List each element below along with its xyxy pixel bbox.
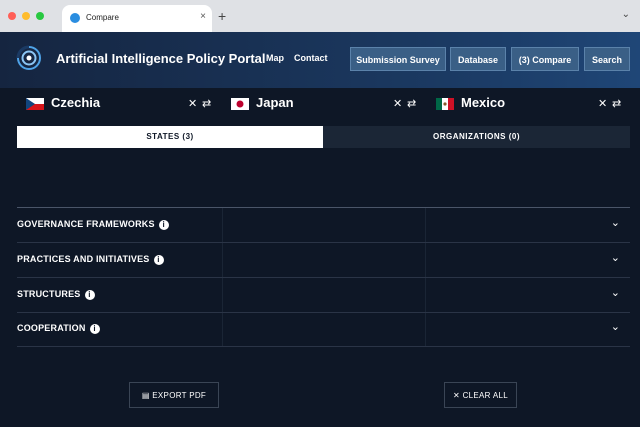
portal-logo-icon[interactable] xyxy=(16,45,42,71)
section-title: COOPERATION i xyxy=(17,323,100,334)
document-icon: ▤ xyxy=(141,391,153,400)
country-column-mexico: Mexico ✕ ⇄ xyxy=(436,93,626,117)
section-title: GOVERNANCE FRAMEWORKS i xyxy=(17,219,169,230)
country-column-japan: Japan ✕ ⇄ xyxy=(231,93,421,117)
country-name: Mexico xyxy=(461,95,506,110)
flag-japan-icon xyxy=(231,98,249,110)
info-icon[interactable]: i xyxy=(84,289,95,300)
country-name: Japan xyxy=(256,95,294,110)
section-title: STRUCTURES i xyxy=(17,289,95,300)
section-structures[interactable]: STRUCTURES i ⌄ xyxy=(17,278,630,312)
section-practices-and-initiatives[interactable]: PRACTICES AND INITIATIVES i ⌄ xyxy=(17,243,630,277)
submission-survey-button[interactable]: Submission Survey xyxy=(350,47,446,71)
swap-country-icon[interactable]: ⇄ xyxy=(407,97,416,110)
swap-country-icon[interactable]: ⇄ xyxy=(202,97,211,110)
divider xyxy=(17,346,630,347)
section-title: PRACTICES AND INITIATIVES i xyxy=(17,254,164,265)
export-pdf-button[interactable]: ▤ EXPORT PDF xyxy=(129,382,219,408)
remove-country-icon[interactable]: ✕ xyxy=(188,97,197,110)
close-window-button[interactable] xyxy=(8,12,16,20)
remove-country-icon[interactable]: ✕ xyxy=(393,97,402,110)
browser-chrome: Compare × + ⌄ xyxy=(0,0,640,32)
chevron-down-icon[interactable]: ⌄ xyxy=(611,251,620,264)
compare-button[interactable]: (3) Compare xyxy=(511,47,579,71)
tab-organizations[interactable]: ORGANIZATIONS (0) xyxy=(323,126,630,148)
nav-map-link[interactable]: Map xyxy=(266,53,284,63)
chevron-down-icon[interactable]: ⌄ xyxy=(611,286,620,299)
country-column-czechia: Czechia ✕ ⇄ xyxy=(26,93,216,117)
minimize-window-button[interactable] xyxy=(22,12,30,20)
section-cooperation[interactable]: COOPERATION i ⌄ xyxy=(17,312,630,346)
new-tab-button[interactable]: + xyxy=(218,8,226,24)
info-icon[interactable]: i xyxy=(89,323,100,334)
database-button[interactable]: Database xyxy=(450,47,506,71)
flag-czechia-icon xyxy=(26,98,44,110)
swap-country-icon[interactable]: ⇄ xyxy=(612,97,621,110)
nav-contact-link[interactable]: Contact xyxy=(294,53,328,63)
info-icon[interactable]: i xyxy=(153,254,164,265)
compare-tabs: STATES (3) ORGANIZATIONS (0) xyxy=(17,126,630,148)
tab-menu-chevron-icon[interactable]: ⌄ xyxy=(622,9,630,20)
chevron-down-icon[interactable]: ⌄ xyxy=(611,216,620,229)
browser-tab[interactable]: Compare × xyxy=(62,5,212,32)
remove-country-icon[interactable]: ✕ xyxy=(598,97,607,110)
tab-close-icon[interactable]: × xyxy=(200,11,206,22)
close-icon: ✕ xyxy=(453,391,463,400)
chevron-down-icon[interactable]: ⌄ xyxy=(611,320,620,333)
info-icon[interactable]: i xyxy=(158,219,169,230)
site-header: Artificial Intelligence Policy Portal Ma… xyxy=(0,32,640,88)
clear-all-button[interactable]: ✕ CLEAR ALL xyxy=(444,382,517,408)
country-name: Czechia xyxy=(51,95,101,110)
section-governance-frameworks[interactable]: GOVERNANCE FRAMEWORKS i ⌄ xyxy=(17,208,630,242)
favicon-icon xyxy=(70,13,80,23)
flag-mexico-icon xyxy=(436,98,454,110)
portal-title[interactable]: Artificial Intelligence Policy Portal xyxy=(56,51,266,66)
tab-title: Compare xyxy=(86,13,119,22)
maximize-window-button[interactable] xyxy=(36,12,44,20)
browser-window: Compare × + ⌄ Artificial Intelligence Po… xyxy=(0,0,640,427)
search-button[interactable]: Search xyxy=(584,47,630,71)
tab-states[interactable]: STATES (3) xyxy=(17,126,323,148)
